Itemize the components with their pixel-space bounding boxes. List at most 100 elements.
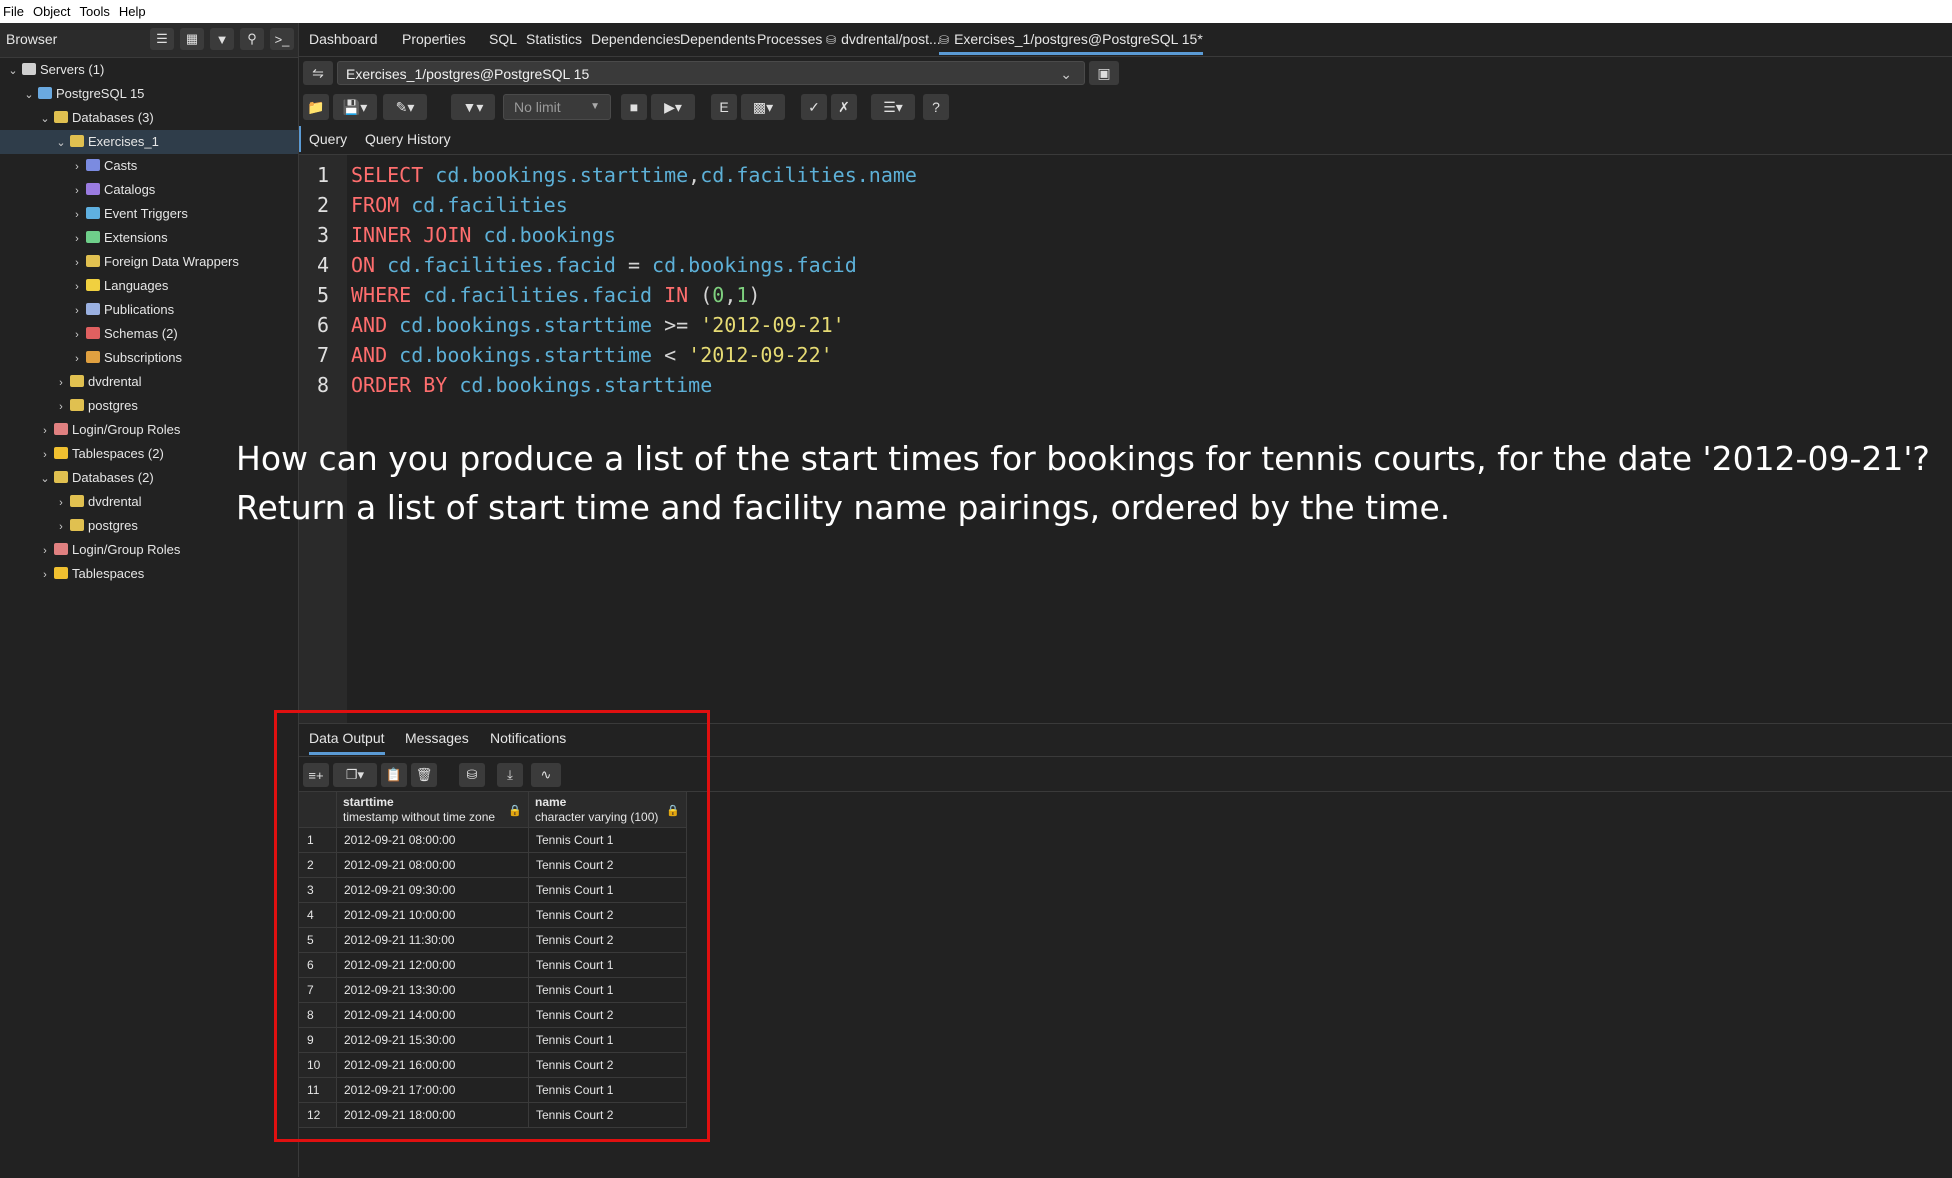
tab-main-3[interactable]: Statistics (526, 23, 582, 55)
tab-main-2[interactable]: SQL (489, 23, 517, 55)
chevron-right-icon[interactable]: › (38, 539, 52, 563)
chevron-right-icon[interactable]: › (54, 491, 68, 515)
tab-query-history[interactable]: Query History (365, 126, 451, 152)
row-number[interactable]: 3 (299, 878, 337, 902)
table-cell[interactable]: Tennis Court 1 (529, 978, 687, 1002)
tree-item[interactable]: › Extensions (0, 226, 298, 250)
row-number[interactable]: 1 (299, 828, 337, 852)
save-file-icon[interactable]: 💾▾ (333, 94, 377, 120)
table-cell[interactable]: Tennis Court 2 (529, 1053, 687, 1077)
table-cell[interactable]: Tennis Court 2 (529, 1003, 687, 1027)
row-number[interactable]: 11 (299, 1078, 337, 1102)
save-data-icon[interactable]: ⛁ (459, 763, 485, 787)
tree-item[interactable]: › Casts (0, 154, 298, 178)
table-view-icon[interactable]: ▦ (180, 28, 204, 50)
chevron-right-icon[interactable]: › (70, 299, 84, 323)
paste-icon[interactable]: 📋 (381, 763, 407, 787)
tree-item[interactable]: › Schemas (2) (0, 322, 298, 346)
add-row-icon[interactable]: ≡+ (303, 763, 329, 787)
tree-item[interactable]: › Tablespaces (0, 562, 298, 586)
tree-item[interactable]: › dvdrental (0, 370, 298, 394)
chevron-down-icon[interactable]: ⌄ (38, 467, 52, 491)
table-cell[interactable]: Tennis Court 1 (529, 1078, 687, 1102)
tab-main-8[interactable]: ⛁ Exercises_1/postgres@PostgreSQL 15* (939, 23, 1203, 55)
tab-query[interactable]: Query (299, 126, 347, 152)
chevron-right-icon[interactable]: › (54, 371, 68, 395)
tab-notifications[interactable]: Notifications (490, 730, 566, 746)
explain-icon[interactable]: E (711, 94, 737, 120)
tab-main-1[interactable]: Properties (402, 23, 466, 55)
graph-visualiser-icon[interactable]: ∿ (531, 763, 561, 787)
rollback-icon[interactable]: ✗ (831, 94, 857, 120)
tab-messages[interactable]: Messages (405, 730, 469, 746)
stop-icon[interactable]: ■ (621, 94, 647, 120)
menu-tools[interactable]: Tools (77, 4, 116, 19)
table-cell[interactable]: 2012-09-21 15:30:00 (337, 1028, 529, 1052)
macros-icon[interactable]: ☰▾ (871, 94, 915, 120)
table-cell[interactable]: 2012-09-21 08:00:00 (337, 853, 529, 877)
menu-object[interactable]: Object (30, 4, 77, 19)
tab-main-6[interactable]: Processes (757, 23, 822, 55)
tree-item[interactable]: › Login/Group Roles (0, 538, 298, 562)
chevron-right-icon[interactable]: › (54, 395, 68, 419)
edit-icon[interactable]: ✎▾ (383, 94, 427, 120)
row-number[interactable]: 6 (299, 953, 337, 977)
table-cell[interactable]: 2012-09-21 18:00:00 (337, 1103, 529, 1127)
open-file-icon[interactable]: 📁 (303, 94, 329, 120)
tree-item[interactable]: › Foreign Data Wrappers (0, 250, 298, 274)
row-number[interactable]: 8 (299, 1003, 337, 1027)
explain-analyze-icon[interactable]: ▩▾ (741, 94, 785, 120)
chevron-down-icon[interactable]: ⌄ (6, 59, 20, 83)
table-cell[interactable]: Tennis Court 2 (529, 1103, 687, 1127)
tree-item[interactable]: › Catalogs (0, 178, 298, 202)
table-cell[interactable]: 2012-09-21 12:00:00 (337, 953, 529, 977)
row-number[interactable]: 10 (299, 1053, 337, 1077)
table-cell[interactable]: Tennis Court 1 (529, 1028, 687, 1052)
tab-data-output[interactable]: Data Output (309, 730, 385, 755)
chevron-right-icon[interactable]: › (70, 179, 84, 203)
tree-item[interactable]: ⌄ Servers (1) (0, 58, 298, 82)
connection-status-icon[interactable]: ⇋ (303, 61, 333, 85)
tab-main-4[interactable]: Dependencies (591, 23, 681, 55)
psql-tool-icon[interactable]: >_ (270, 28, 294, 50)
table-cell[interactable]: 2012-09-21 08:00:00 (337, 828, 529, 852)
chevron-down-icon[interactable]: ⌄ (54, 131, 68, 155)
download-icon[interactable]: ⤓ (497, 763, 523, 787)
tab-main-7[interactable]: ⛁ dvdrental/post... (826, 23, 941, 55)
filter-icon[interactable]: ▼▾ (451, 94, 495, 120)
table-cell[interactable]: 2012-09-21 17:00:00 (337, 1078, 529, 1102)
table-cell[interactable]: 2012-09-21 16:00:00 (337, 1053, 529, 1077)
chevron-right-icon[interactable]: › (70, 275, 84, 299)
tree-item[interactable]: › postgres (0, 394, 298, 418)
execute-icon[interactable]: ▶▾ (651, 94, 695, 120)
table-cell[interactable]: Tennis Court 1 (529, 953, 687, 977)
tab-main-5[interactable]: Dependents (680, 23, 756, 55)
tree-item[interactable]: ⌄ PostgreSQL 15 (0, 82, 298, 106)
chevron-down-icon[interactable]: ⌄ (22, 83, 36, 107)
row-number[interactable]: 7 (299, 978, 337, 1002)
column-header-name[interactable]: name character varying (100) 🔒 (529, 792, 687, 828)
tree-item[interactable]: › Publications (0, 298, 298, 322)
chevron-right-icon[interactable]: › (70, 347, 84, 371)
chevron-right-icon[interactable]: › (70, 227, 84, 251)
new-connection-icon[interactable]: ▣ (1089, 61, 1119, 85)
chevron-down-icon[interactable]: ⌄ (38, 107, 52, 131)
row-number[interactable]: 5 (299, 928, 337, 952)
tree-item[interactable]: ⌄ Databases (3) (0, 106, 298, 130)
chevron-right-icon[interactable]: › (38, 563, 52, 587)
row-number[interactable]: 9 (299, 1028, 337, 1052)
help-icon[interactable]: ? (923, 94, 949, 120)
table-cell[interactable]: Tennis Court 1 (529, 878, 687, 902)
tab-main-0[interactable]: Dashboard (309, 23, 378, 55)
filter-table-icon[interactable]: ▼ (210, 28, 234, 50)
menu-help[interactable]: Help (116, 4, 152, 19)
table-cell[interactable]: 2012-09-21 09:30:00 (337, 878, 529, 902)
row-limit-select[interactable]: No limit ▼ (503, 94, 611, 120)
row-number[interactable]: 4 (299, 903, 337, 927)
chevron-right-icon[interactable]: › (70, 323, 84, 347)
table-cell[interactable]: 2012-09-21 10:00:00 (337, 903, 529, 927)
commit-icon[interactable]: ✓ (801, 94, 827, 120)
row-number[interactable]: 12 (299, 1103, 337, 1127)
tree-item[interactable]: › Languages (0, 274, 298, 298)
chevron-right-icon[interactable]: › (54, 515, 68, 539)
